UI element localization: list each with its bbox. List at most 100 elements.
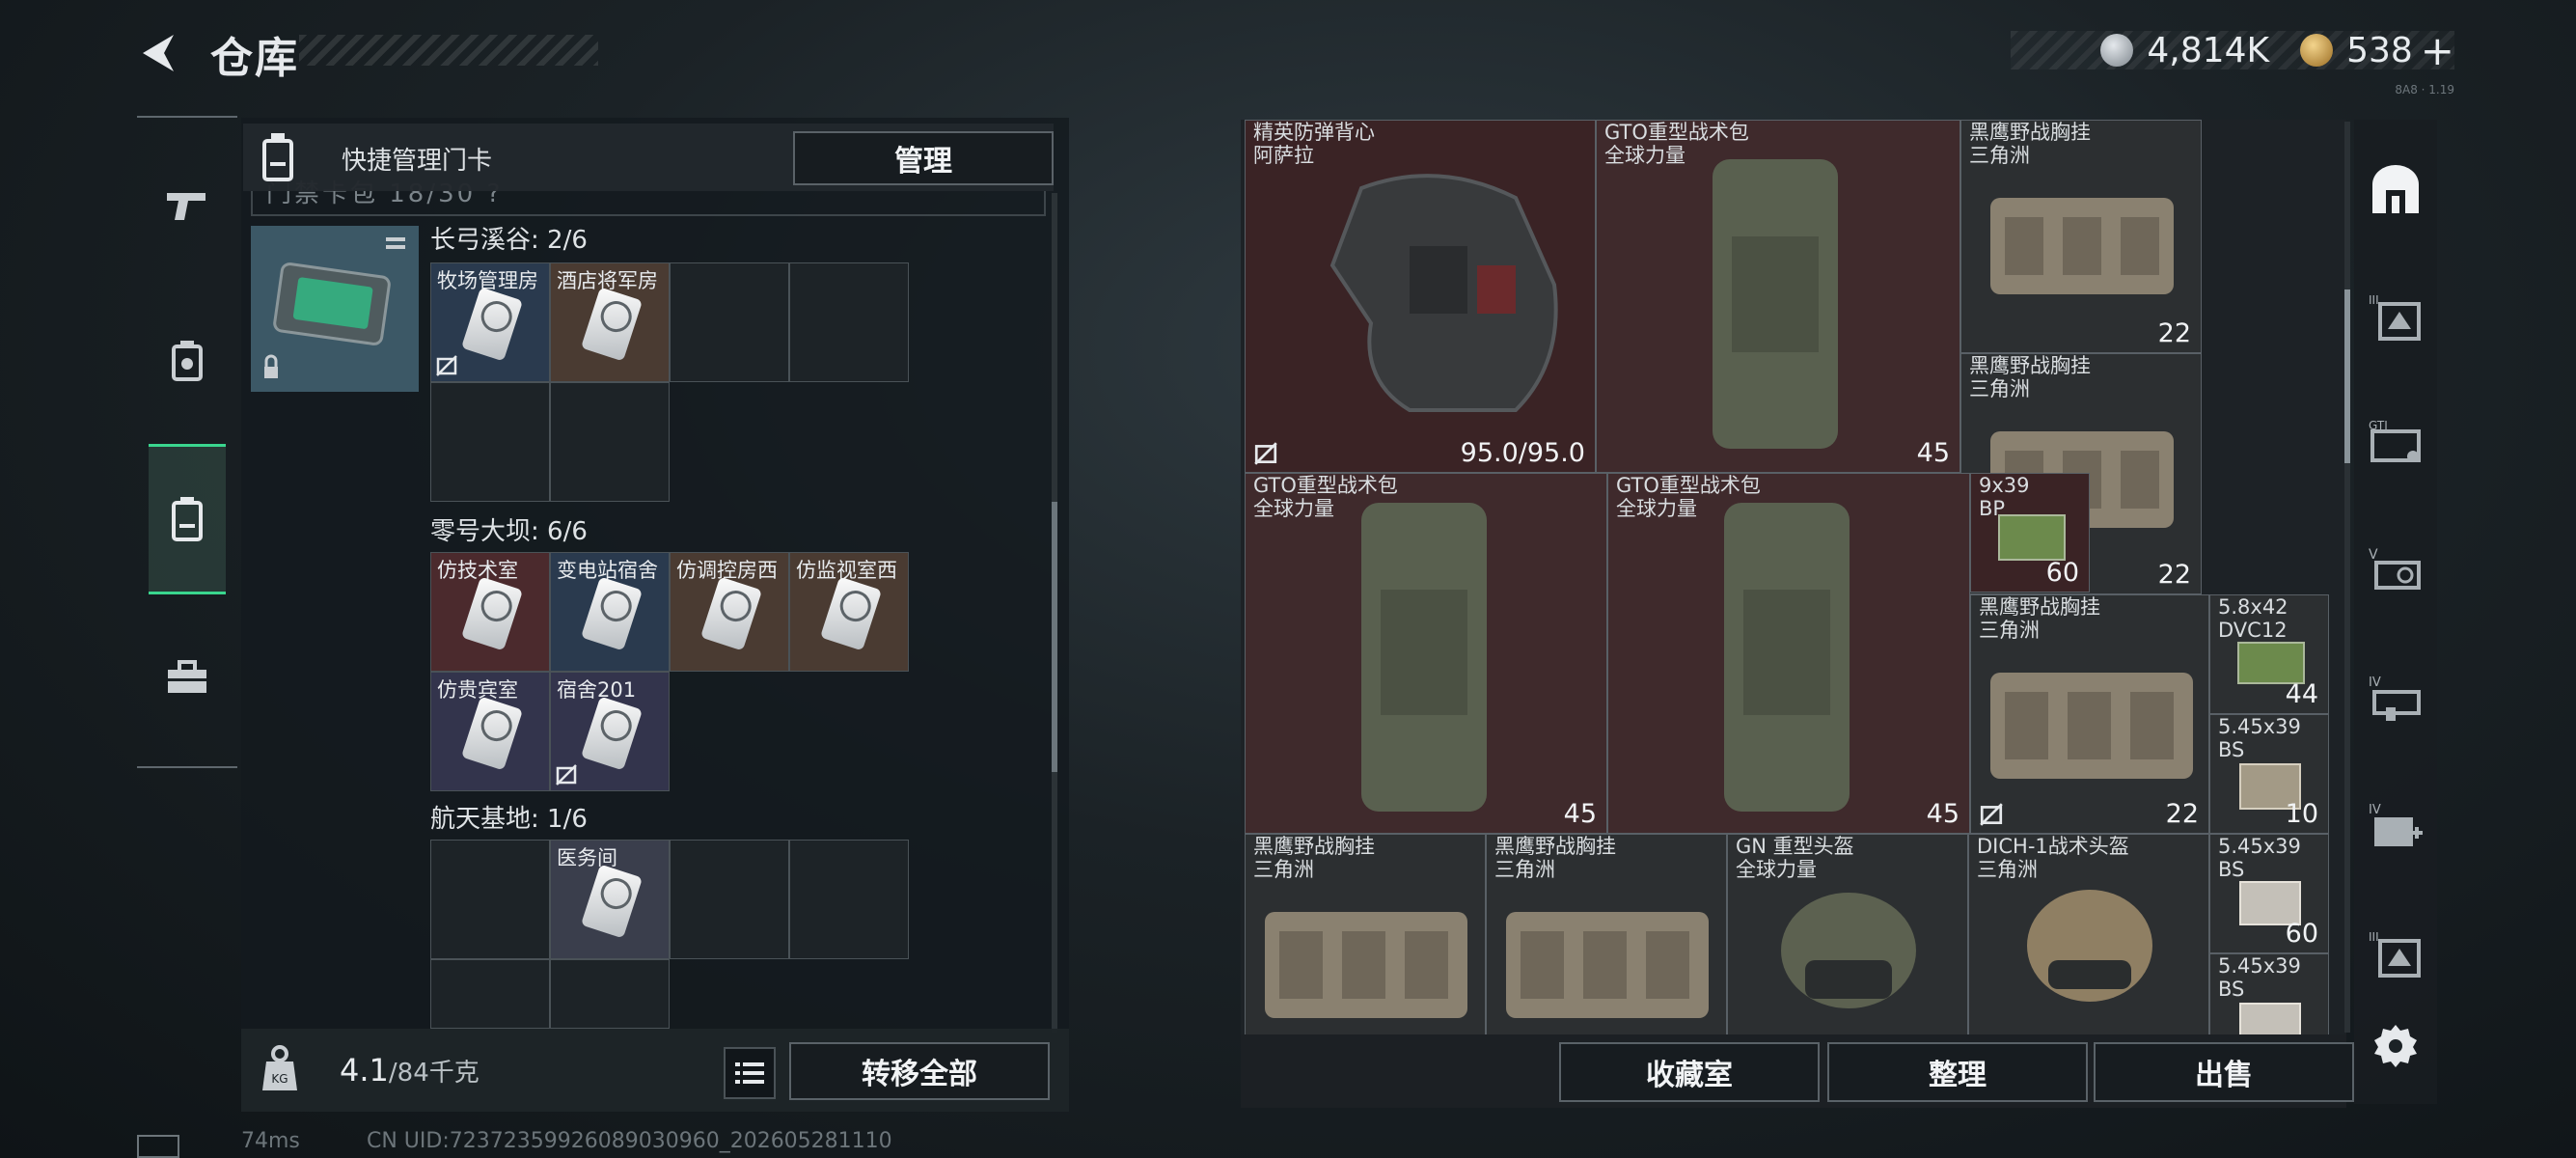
- stash-item[interactable]: 5.45x39 BS 60: [2209, 834, 2329, 953]
- item-count: 10: [2285, 799, 2318, 829]
- keycard-name: 牧场管理房: [437, 269, 538, 292]
- stash-tab-medical-icon[interactable]: IV: [2354, 791, 2437, 863]
- add-currency-button[interactable]: +: [2421, 27, 2454, 74]
- ping-readout: 74ms: [241, 1129, 300, 1153]
- currency-row: 4,814K 538 +: [2100, 27, 2454, 74]
- stash-scrollbar-thumb[interactable]: [2344, 290, 2350, 463]
- helmet-image: [2027, 890, 2152, 1002]
- stash-item[interactable]: 5.45x39 BS 10: [2209, 714, 2329, 834]
- stash-tab-3-icon[interactable]: III: [2354, 282, 2437, 353]
- stash-item[interactable]: GTO重型战术包 全球力量 45: [1245, 473, 1607, 834]
- stash-scrollbar[interactable]: [2344, 122, 2350, 1033]
- sort-button[interactable]: 整理: [1827, 1042, 2088, 1102]
- keycard-image: [460, 576, 524, 651]
- svg-text:IV: IV: [2369, 676, 2381, 690]
- item-capacity: 45: [1563, 799, 1597, 829]
- stash-home-icon[interactable]: [2354, 154, 2437, 226]
- stash-item[interactable]: 9x39 BP 60: [1970, 473, 2090, 593]
- stash-tab-v-icon[interactable]: V: [2354, 537, 2437, 608]
- ammo-box-image: [2239, 1003, 2301, 1034]
- keycard-slot[interactable]: 仿贵宾室: [430, 672, 550, 791]
- list-view-button[interactable]: [724, 1047, 776, 1099]
- stash-tab-gtk-icon[interactable]: GTI: [2354, 409, 2437, 481]
- empty-slot[interactable]: [550, 382, 670, 502]
- toolbox-tab-icon[interactable]: [151, 641, 224, 714]
- keycard-name: 医务间: [557, 846, 617, 869]
- collection-room-button[interactable]: 收藏室: [1559, 1042, 1820, 1102]
- empty-slot[interactable]: [430, 959, 550, 1029]
- item-capacity: 45: [1926, 799, 1959, 829]
- armor-tab-icon[interactable]: [151, 324, 224, 398]
- item-capacity: 22: [2157, 318, 2191, 348]
- stash-item[interactable]: 5.8x42 DVC12 44: [2209, 594, 2329, 714]
- stash-item[interactable]: 5.45x39 BS: [2209, 953, 2329, 1034]
- keycard-image: [460, 696, 524, 771]
- keycard-image: [580, 287, 644, 362]
- keycard-name: 仿技术室: [437, 559, 518, 582]
- stash-item[interactable]: GN 重型头盔 全球力量: [1727, 834, 1968, 1034]
- keycard-slot[interactable]: 仿技术室: [430, 552, 550, 672]
- stash-tab-iv-icon[interactable]: IV: [2354, 664, 2437, 735]
- keycard-case-frame: [251, 191, 1046, 216]
- item-count: 60: [2045, 558, 2079, 588]
- stash-tab-3b-icon[interactable]: III: [2354, 919, 2437, 990]
- empty-slot[interactable]: [789, 262, 909, 382]
- stash-grid: 精英防弹背心 阿萨拉 95.0/95.0 GTO重型战术包 全球力量 45 黑鹰…: [1241, 120, 2346, 1034]
- section-title: 航天基地: 1/6: [430, 805, 588, 834]
- keycard-slot[interactable]: 牧场管理房: [430, 262, 550, 382]
- keycard-name: 酒店将军房: [557, 269, 658, 292]
- keycard-image: [699, 576, 763, 651]
- empty-slot[interactable]: [670, 262, 789, 382]
- stash-item[interactable]: 黑鹰野战胸挂 三角洲 22: [1970, 594, 2209, 834]
- unbound-icon: [1980, 803, 2003, 826]
- keycard-tab-icon[interactable]: [149, 444, 226, 594]
- back-arrow-icon[interactable]: [135, 29, 183, 77]
- transfer-all-button[interactable]: 转移全部: [789, 1042, 1050, 1100]
- stash-item[interactable]: DICH-1战术头盔 三角洲: [1968, 834, 2209, 1034]
- left-scrollbar-thumb[interactable]: [1052, 502, 1057, 772]
- stash-item[interactable]: 精英防弹背心 阿萨拉 95.0/95.0: [1245, 120, 1596, 473]
- stash-item[interactable]: GTO重型战术包 全球力量 45: [1596, 120, 1960, 473]
- keycard-image: [819, 576, 883, 651]
- settings-gear-icon[interactable]: [2371, 1021, 2420, 1069]
- stash-item[interactable]: 黑鹰野战胸挂 三角洲: [1245, 834, 1486, 1034]
- section-title: 零号大坝: 6/6: [430, 517, 588, 546]
- empty-slot[interactable]: [670, 840, 789, 959]
- keycard-slot[interactable]: 医务间: [550, 840, 670, 959]
- empty-slot[interactable]: [430, 840, 550, 959]
- sell-button[interactable]: 出售: [2094, 1042, 2354, 1102]
- weapon-tab-icon[interactable]: [151, 168, 224, 241]
- keycard-slot[interactable]: 宿舍201: [550, 672, 670, 791]
- svg-text:III: III: [2369, 930, 2379, 944]
- empty-slot[interactable]: [550, 959, 670, 1029]
- item-name: 5.45x39 BS: [2218, 835, 2301, 881]
- currency-gold: 538: [2346, 30, 2413, 70]
- manage-button[interactable]: 管理: [793, 131, 1054, 185]
- category-tabs: [137, 116, 237, 768]
- svg-text:IV: IV: [2369, 803, 2381, 817]
- keycard-slot[interactable]: 变电站宿舍: [550, 552, 670, 672]
- list-icon: [735, 1062, 764, 1084]
- item-name: 9x39 BP: [1979, 474, 2030, 520]
- unbound-icon: [1254, 442, 1277, 465]
- item-capacity: 22: [2165, 799, 2199, 829]
- stash-item[interactable]: 黑鹰野战胸挂 三角洲 22: [1960, 120, 2202, 353]
- svg-text:GTI: GTI: [2369, 419, 2388, 432]
- page-title: 仓库: [210, 34, 299, 83]
- stash-item[interactable]: GTO重型战术包 全球力量 45: [1607, 473, 1970, 834]
- backpack-image: [1724, 503, 1850, 812]
- unbound-icon: [436, 355, 457, 376]
- weight-current: 4.1: [340, 1052, 389, 1089]
- empty-slot[interactable]: [789, 840, 909, 959]
- keycard-slot[interactable]: 仿调控房西: [670, 552, 789, 672]
- keycard-case-item[interactable]: [251, 226, 419, 392]
- stash-item[interactable]: 黑鹰野战胸挂 三角洲: [1486, 834, 1727, 1034]
- unbound-icon: [556, 764, 577, 786]
- keycard-name: 仿监视室西: [796, 559, 897, 582]
- keycard-slot[interactable]: 仿监视室西: [789, 552, 909, 672]
- empty-slot[interactable]: [430, 382, 550, 502]
- item-capacity: 22: [2157, 560, 2191, 590]
- keycard-slot[interactable]: 酒店将军房: [550, 262, 670, 382]
- backpack-image: [1361, 503, 1487, 812]
- battery-icon: [137, 1135, 179, 1158]
